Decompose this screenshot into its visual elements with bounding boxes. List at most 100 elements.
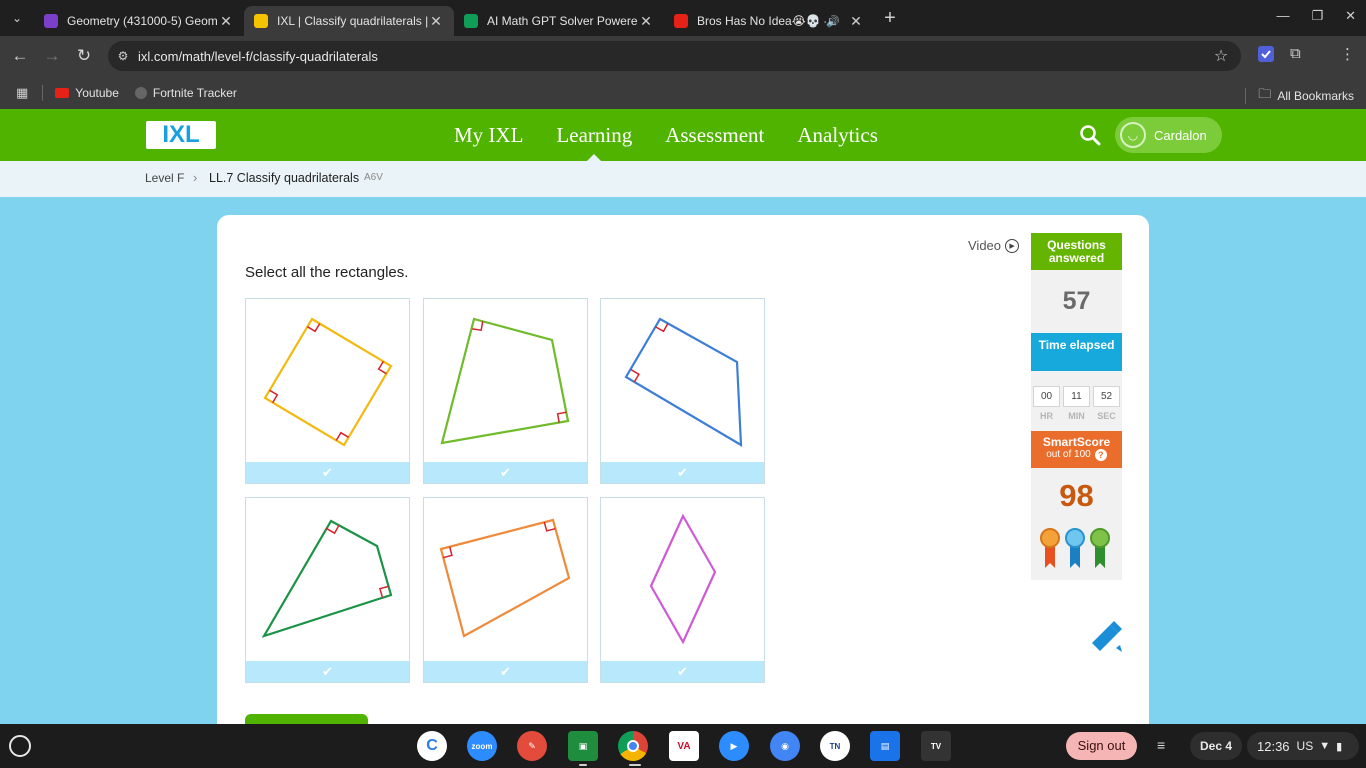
user-menu[interactable]: ◡ Cardalon (1115, 117, 1222, 153)
blue-kite-shape (624, 317, 743, 447)
username: Cardalon (1154, 127, 1207, 143)
minimize-icon[interactable]: — (1276, 8, 1289, 24)
restore-icon[interactable]: ❐ (1311, 8, 1323, 24)
camera-app-icon[interactable]: ◉ (770, 731, 800, 761)
tab-close-icon[interactable]: ✕ (638, 13, 654, 30)
tab-close-icon[interactable]: ✕ (428, 13, 444, 30)
bookmark-youtube[interactable]: Youtube (55, 86, 119, 100)
close-window-icon[interactable]: ✕ (1345, 8, 1356, 24)
classlink-app-icon[interactable]: C (417, 731, 447, 761)
classroom-favicon-icon (44, 14, 58, 28)
folder-icon: 🗀 (1258, 86, 1272, 101)
bookmark-label: Youtube (75, 85, 119, 100)
shape-tile-yellow-square[interactable]: ✔ (245, 298, 410, 484)
play-icon: ▶ (1005, 238, 1020, 253)
tab-strip: ⌄ Geometry (431000-5) Geometry ✕ IXL | C… (0, 0, 1366, 36)
all-bookmarks-button[interactable]: 🗀 All Bookmarks (1245, 85, 1354, 107)
browser-tab-geometry[interactable]: Geometry (431000-5) Geometry ✕ (34, 6, 244, 36)
check-icon: ✔ (601, 661, 764, 682)
sign-out-button[interactable]: Sign out (1066, 732, 1137, 760)
address-bar[interactable]: ⚙ ixl.com/math/level-f/classify-quadrila… (108, 41, 1241, 71)
youtube-favicon-icon (674, 14, 688, 28)
extension-shield-icon[interactable] (1257, 45, 1275, 65)
testnav-app-icon[interactable]: TN (820, 731, 850, 761)
shape-tile-purple-rhombus[interactable]: ✔ (600, 497, 765, 683)
shape-tile-green-trapezoid[interactable]: ✔ (423, 298, 588, 484)
zoom-meetings-app-icon[interactable]: ▶ (719, 731, 749, 761)
hr-label: HR (1040, 411, 1053, 421)
breadcrumb-level[interactable]: Level F (145, 171, 184, 185)
ixl-favicon-icon (254, 14, 268, 28)
orange-quadrilateral-shape (439, 518, 571, 638)
avatar: ◡ (1120, 122, 1146, 148)
shape-tile-orange-quadrilateral[interactable]: ✔ (423, 497, 588, 683)
video-label: Video (968, 238, 1002, 253)
nav-learning[interactable]: Learning (556, 109, 632, 161)
launcher-icon[interactable] (9, 735, 31, 757)
media-controls-icon[interactable]: ≡ (1157, 737, 1165, 753)
nav-my-ixl[interactable]: My IXL (454, 109, 523, 161)
chevron-right-icon: › (193, 170, 198, 185)
all-bookmarks-label: All Bookmarks (1277, 89, 1354, 103)
site-info-icon[interactable]: ⚙ (108, 49, 138, 63)
bookmarks-bar: ▦ Youtube Fortnite Tracker 🗀 All Bookmar… (0, 76, 1366, 109)
battery-icon: ▮ (1336, 740, 1343, 753)
tab-search-chevron-icon[interactable]: ⌄ (0, 0, 34, 36)
smartscore-sub: out of 100 ? (1031, 449, 1122, 461)
va-app-icon[interactable]: VA (669, 731, 699, 761)
browser-tab-ixl[interactable]: IXL | Classify quadrilaterals | Level F … (244, 6, 454, 36)
chrome-center (627, 740, 639, 752)
shape-tile-blue-kite[interactable]: ✔ (600, 298, 765, 484)
status-tray[interactable]: 12:36 US ▼ ▮ (1247, 732, 1359, 760)
ixl-logo[interactable]: IXL (146, 121, 216, 149)
bookmark-label: Fortnite Tracker (152, 85, 237, 100)
check-icon: ✔ (424, 661, 587, 682)
main-nav: My IXL Learning Assessment Analytics (454, 109, 911, 161)
video-link[interactable]: Video ▶ (968, 238, 1020, 253)
pencil-icon[interactable] (1086, 617, 1124, 655)
youtube-icon (55, 87, 70, 98)
os-shelf: C zoom ✎ ▣ VA ▶ ◉ TN ▤ TV Sign out ≡ Dec… (0, 724, 1366, 768)
slides-app-icon[interactable]: ▤ (870, 731, 900, 761)
divider (42, 84, 44, 101)
smartscore-value: 98 (1059, 478, 1094, 513)
tab-title: Bros Has No Idea😭💀 - D (697, 14, 827, 28)
extensions-puzzle-icon[interactable]: ⧉ (1290, 45, 1301, 65)
speaker-icon[interactable]: 🔊 (826, 15, 840, 28)
min-label: MIN (1068, 411, 1085, 421)
search-icon[interactable] (1078, 123, 1102, 147)
smartscore-label: SmartScore (1042, 435, 1111, 449)
tab-close-icon[interactable]: ✕ (848, 13, 864, 30)
input-language: US (1296, 739, 1314, 753)
smartscore-header: SmartScore out of 100 ? (1031, 431, 1122, 468)
green-trapezoid-shape (440, 317, 570, 445)
browser-tab-ai-math[interactable]: AI Math GPT Solver Powered by ✕ (454, 6, 664, 36)
nav-analytics[interactable]: Analytics (797, 109, 877, 161)
bookmark-fortnite-tracker[interactable]: Fortnite Tracker (134, 85, 237, 100)
date-tray[interactable]: Dec 4 (1190, 732, 1242, 760)
help-icon[interactable]: ? (1094, 449, 1107, 461)
bookmark-star-icon[interactable]: ☆ (1201, 46, 1241, 66)
smartscore-panel: 98 (1031, 468, 1122, 580)
shape-tile-dark-green-quadrilateral[interactable]: ✔ (245, 497, 410, 683)
classroom-app-icon[interactable]: ▣ (568, 731, 598, 761)
zoom-app-icon[interactable]: zoom (467, 731, 497, 761)
browser-menu-icon[interactable]: ⋮ (1340, 45, 1355, 65)
apps-grid-icon[interactable]: ▦ (16, 85, 28, 101)
back-arrow-icon[interactable]: ← (4, 46, 36, 66)
tab-close-icon[interactable]: ✕ (218, 13, 234, 30)
tv-app-icon[interactable]: TV (921, 731, 951, 761)
reload-icon[interactable]: ↻ (68, 46, 100, 66)
paint-app-icon[interactable]: ✎ (517, 731, 547, 761)
browser-tab-youtube[interactable]: Bros Has No Idea😭💀 - D 🔊 ✕ (664, 6, 874, 36)
divider (1245, 88, 1247, 104)
skill-code: A6V (364, 172, 383, 183)
new-tab-plus-icon[interactable]: + (874, 7, 906, 30)
time-minutes: 11 (1063, 386, 1090, 407)
tab-title: IXL | Classify quadrilaterals | Level F (277, 14, 428, 28)
chrome-app-icon[interactable] (618, 731, 648, 761)
forward-arrow-icon[interactable]: → (36, 46, 68, 66)
nav-assessment[interactable]: Assessment (665, 109, 764, 161)
url-text[interactable]: ixl.com/math/level-f/classify-quadrilate… (138, 49, 1201, 64)
check-icon: ✔ (424, 462, 587, 483)
